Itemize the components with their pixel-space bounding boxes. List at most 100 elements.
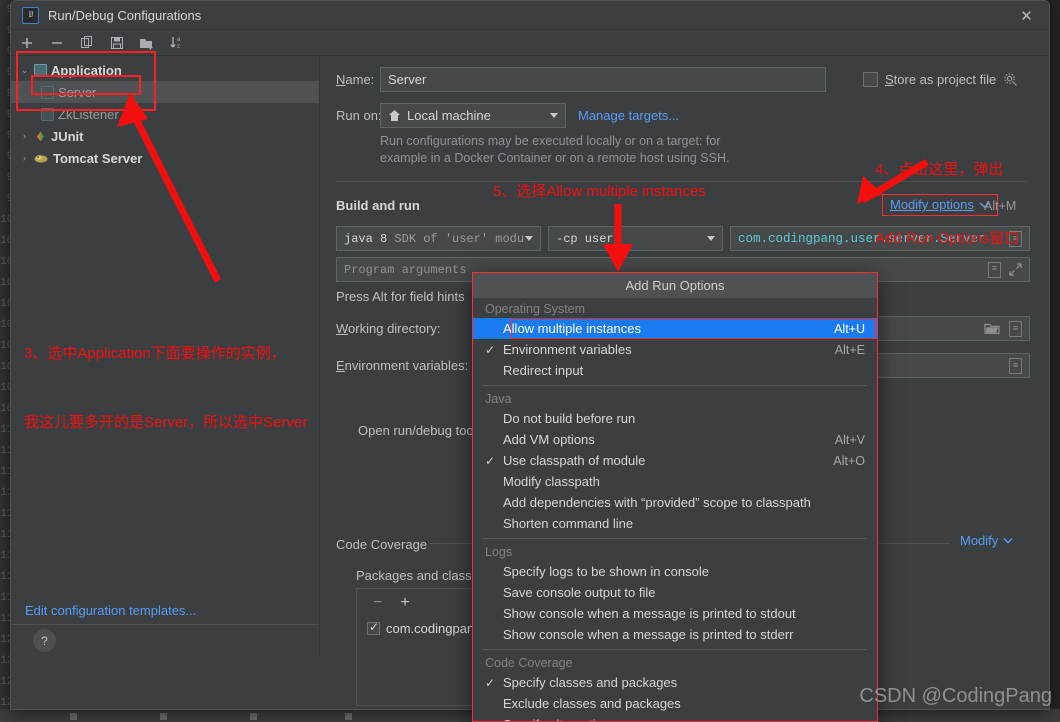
tree-node-label: Tomcat Server xyxy=(53,150,143,166)
tomcat-icon xyxy=(34,152,49,165)
menu-item-label: Redirect input xyxy=(503,363,584,378)
gear-icon[interactable] xyxy=(1003,72,1018,87)
menu-item[interactable]: Redirect input xyxy=(473,360,877,381)
menu-item-label: Specify logs to be shown in console xyxy=(503,564,709,579)
menu-item[interactable]: Show console when a message is printed t… xyxy=(473,624,877,645)
chevron-right-icon[interactable]: › xyxy=(19,153,30,163)
run-on-hint-line2: example in a Docker Container or on a re… xyxy=(380,151,730,165)
browse-folder-icon[interactable] xyxy=(984,322,1000,335)
screen: 9091929394959697989910010110210310410510… xyxy=(0,0,1060,722)
chevron-right-icon[interactable]: › xyxy=(19,131,30,141)
name-label: Name: xyxy=(336,72,375,87)
packages-and-classes-label: Packages and classes xyxy=(356,568,486,583)
divider xyxy=(11,624,319,625)
menu-group-label: Code Coverage xyxy=(485,656,573,670)
menu-item[interactable]: ✓ Environment variables Alt+E xyxy=(473,339,877,360)
menu-item[interactable]: Modify classpath xyxy=(473,471,877,492)
config-toolbar: az xyxy=(11,30,1049,56)
annotation-step-3: 3、选中Application下面要操作的实例， 我这儿要多开的是Server，… xyxy=(24,296,307,480)
code-coverage-title: Code Coverage xyxy=(336,537,428,552)
menu-header: Add Run Options xyxy=(473,273,877,298)
menu-item-label: Exclude classes and packages xyxy=(503,696,681,711)
menu-item-label: Shorten command line xyxy=(503,516,634,531)
annotation-box-server-node xyxy=(31,75,141,95)
menu-item-label: Allow multiple instances xyxy=(503,321,642,336)
menu-group-label: Operating System xyxy=(485,302,586,316)
classpath-select[interactable]: -cp user xyxy=(548,226,723,251)
check-icon: ✓ xyxy=(485,675,496,690)
coverage-remove-icon[interactable]: − xyxy=(373,594,382,612)
check-icon: ✓ xyxy=(485,342,496,357)
tree-node-junit[interactable]: › JUnit xyxy=(11,125,319,147)
menu-item[interactable]: Allow multiple instances Alt+U xyxy=(473,318,877,339)
annotation-step-3-line-1: 3、选中Application下面要操作的实例， xyxy=(24,345,286,362)
menu-item-label: Show console when a message is printed t… xyxy=(503,606,796,621)
chevron-down-icon[interactable] xyxy=(707,236,715,241)
watermark: CSDN @CodingPang xyxy=(859,685,1052,707)
menu-separator xyxy=(483,385,867,386)
store-as-project-file-label: Store as project file xyxy=(885,72,997,87)
move-into-folder-icon[interactable] xyxy=(138,34,155,51)
coverage-item-checkbox[interactable] xyxy=(367,620,380,635)
junit-icon xyxy=(34,130,47,143)
menu-item-label: Use classpath of module xyxy=(503,453,646,468)
tree-node-tomcat-server[interactable]: › Tomcat Server xyxy=(11,147,319,169)
menu-item[interactable]: Exclude classes and packages xyxy=(473,693,877,714)
name-input[interactable]: Server xyxy=(380,67,826,92)
menu-item[interactable]: Shorten command line xyxy=(473,513,877,534)
menu-group-label: Logs xyxy=(485,545,513,559)
coverage-add-icon[interactable]: + xyxy=(400,594,409,612)
working-directory-label: Working directory: xyxy=(336,321,441,336)
help-button[interactable]: ? xyxy=(33,629,56,652)
menu-item-shortcut: Alt+E xyxy=(834,342,865,357)
menu-item[interactable]: Specify alternative coverage runner xyxy=(473,714,877,721)
dialog-title: Run/Debug Configurations xyxy=(48,7,202,23)
menu-group-label: Java xyxy=(485,392,512,406)
manage-targets-link[interactable]: Manage targets... xyxy=(578,108,679,123)
chevron-down-icon[interactable] xyxy=(550,113,558,118)
expand-list-icon[interactable]: ≡ xyxy=(1009,357,1022,374)
chevron-down-icon[interactable] xyxy=(525,236,533,241)
run-on-label: Run on: xyxy=(336,108,382,123)
run-on-value: Local machine xyxy=(407,108,491,123)
menu-item[interactable]: Show console when a message is printed t… xyxy=(473,603,877,624)
menu-item[interactable]: Specify logs to be shown in console xyxy=(473,561,877,582)
check-icon: ✓ xyxy=(485,453,496,468)
menu-item-shortcut: Alt+O xyxy=(833,453,865,468)
dialog-titlebar: IJ Run/Debug Configurations ✕ xyxy=(11,1,1049,30)
menu-item[interactable]: Save console output to file xyxy=(473,582,877,603)
build-and-run-title: Build and run xyxy=(336,198,420,213)
chevron-down-icon[interactable] xyxy=(1003,537,1013,544)
menu-item[interactable]: Do not build before run xyxy=(473,408,877,429)
edit-configuration-templates-link[interactable]: Edit configuration templates... xyxy=(25,603,196,618)
save-icon[interactable] xyxy=(108,34,125,51)
menu-item-label: Do not build before run xyxy=(503,411,636,426)
run-on-hint-line1: Run configurations may be executed local… xyxy=(380,134,721,148)
svg-text:z: z xyxy=(177,44,180,50)
annotation-step-4: 4、点击这里，弹出 Add Run Options窗口 xyxy=(875,112,1019,296)
code-coverage-modify-link[interactable]: Modify xyxy=(960,533,998,548)
copy-icon[interactable] xyxy=(78,34,95,51)
jre-select[interactable]: java 8 SDK of 'user' modu xyxy=(336,226,541,251)
close-icon[interactable]: ✕ xyxy=(1004,1,1049,30)
store-as-project-file-checkbox[interactable] xyxy=(863,72,878,87)
run-on-select[interactable]: Local machine xyxy=(380,103,566,128)
jre-value: java 8 SDK of 'user' modu xyxy=(344,231,525,246)
menu-body: Operating System Allow multiple instances… xyxy=(473,298,877,721)
menu-item-label: Show console when a message is printed t… xyxy=(503,627,794,642)
menu-item-label: Add VM options xyxy=(503,432,595,447)
remove-icon[interactable] xyxy=(48,34,65,51)
menu-item[interactable]: ✓ Use classpath of module Alt+O xyxy=(473,450,877,471)
sort-icon[interactable]: az xyxy=(168,34,185,51)
program-arguments-placeholder: Program arguments xyxy=(344,262,467,277)
menu-separator xyxy=(483,538,867,539)
menu-item[interactable]: ✓ Specify classes and packages xyxy=(473,672,877,693)
add-icon[interactable] xyxy=(18,34,35,51)
menu-item-shortcut: Alt+V xyxy=(834,432,865,447)
menu-item-shortcut: Alt+U xyxy=(834,321,865,336)
expand-list-icon[interactable]: ≡ xyxy=(1009,320,1022,337)
press-alt-hint: Press Alt for field hints xyxy=(336,289,465,304)
environment-variables-label: Environment variables: xyxy=(336,358,469,373)
menu-item[interactable]: Add VM options Alt+V xyxy=(473,429,877,450)
menu-item[interactable]: Add dependencies with “provided” scope t… xyxy=(473,492,877,513)
